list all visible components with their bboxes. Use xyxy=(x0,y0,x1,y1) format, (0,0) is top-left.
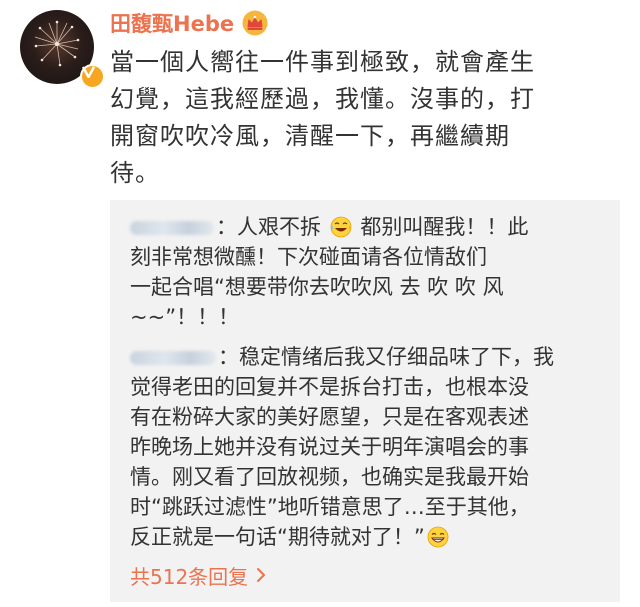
reply-line: 有在粉碎大家的美好愿望，只是在客观表述 xyxy=(130,405,529,429)
post-line: 待。 xyxy=(110,159,160,187)
blurred-username xyxy=(130,351,216,365)
reply-text: 反正就是一句话“期待就对了！” xyxy=(130,525,425,549)
more-replies-label[interactable]: 共512条回复 xyxy=(130,561,248,590)
reply-line: ~~”！！！ xyxy=(130,305,240,329)
reply-line: 反正就是一句话“期待就对了！” xyxy=(130,522,610,552)
verified-v-icon xyxy=(80,64,105,89)
reply-line: 情。刚又看了回放视频，也确实是我最开始 xyxy=(130,465,529,489)
reply-line: 时“跳跃过滤性”地听错意思了…至于其他， xyxy=(130,495,530,519)
reply-item[interactable]: ：稳定情绪后我又仔细品味了下，我 觉得老田的回复并不是拆台打击，也根本没 有在粉… xyxy=(130,342,610,552)
avatar[interactable] xyxy=(20,10,105,89)
reply-line: 一起合唱“想要带你去吹吹风 去 吹 吹 风 xyxy=(130,275,504,299)
post-line: 幻覺，這我經歷過，我懂。沒事的，打 xyxy=(110,85,535,113)
reply-text: 人艰不拆 xyxy=(237,215,321,239)
reply-text: 稳定情绪后我又仔细品味了下，我 xyxy=(239,345,554,369)
reply-colon: ： xyxy=(216,215,237,239)
username[interactable]: 田馥甄Hebe xyxy=(110,8,234,38)
post-line: 開窗吹吹冷風，清醒一下，再繼續期 xyxy=(110,122,510,150)
username-row[interactable]: 田馥甄Hebe xyxy=(110,8,268,38)
post-line: 當一個人嚮往一件事到極致，就會產生 xyxy=(110,48,535,76)
more-replies-link[interactable]: 共512条回复 xyxy=(130,560,266,590)
reply-line: 刻非常想微醺！下次碰面请各位情敌们 xyxy=(130,245,487,269)
reply-line: 觉得老田的回复并不是拆台打击，也根本没 xyxy=(130,375,529,399)
chevron-right-icon xyxy=(257,568,266,582)
reply-line: 昨晚场上她并没有说过关于明年演唱会的事 xyxy=(130,435,529,459)
reply-line: ：稳定情绪后我又仔细品味了下，我 xyxy=(130,342,610,372)
blurred-username xyxy=(130,221,214,235)
reply-text: 都别叫醒我！！此 xyxy=(353,215,529,239)
post-text: 當一個人嚮往一件事到極致，就會產生 幻覺，這我經歷過，我懂。沒事的，打 開窗吹吹… xyxy=(110,44,610,192)
grin-emoji-icon xyxy=(427,526,449,548)
reply-colon: ： xyxy=(218,345,239,369)
crown-icon[interactable] xyxy=(242,10,268,36)
reply-item[interactable]: ：人艰不拆 都别叫醒我！！此 刻非常想微醺！下次碰面请各位情敌们 一起合唱“想要… xyxy=(130,212,610,332)
laugh-cry-emoji-icon xyxy=(330,216,352,238)
reply-panel: ：人艰不拆 都别叫醒我！！此 刻非常想微醺！下次碰面请各位情敌们 一起合唱“想要… xyxy=(110,200,620,602)
reply-line: ：人艰不拆 都别叫醒我！！此 xyxy=(130,212,610,242)
